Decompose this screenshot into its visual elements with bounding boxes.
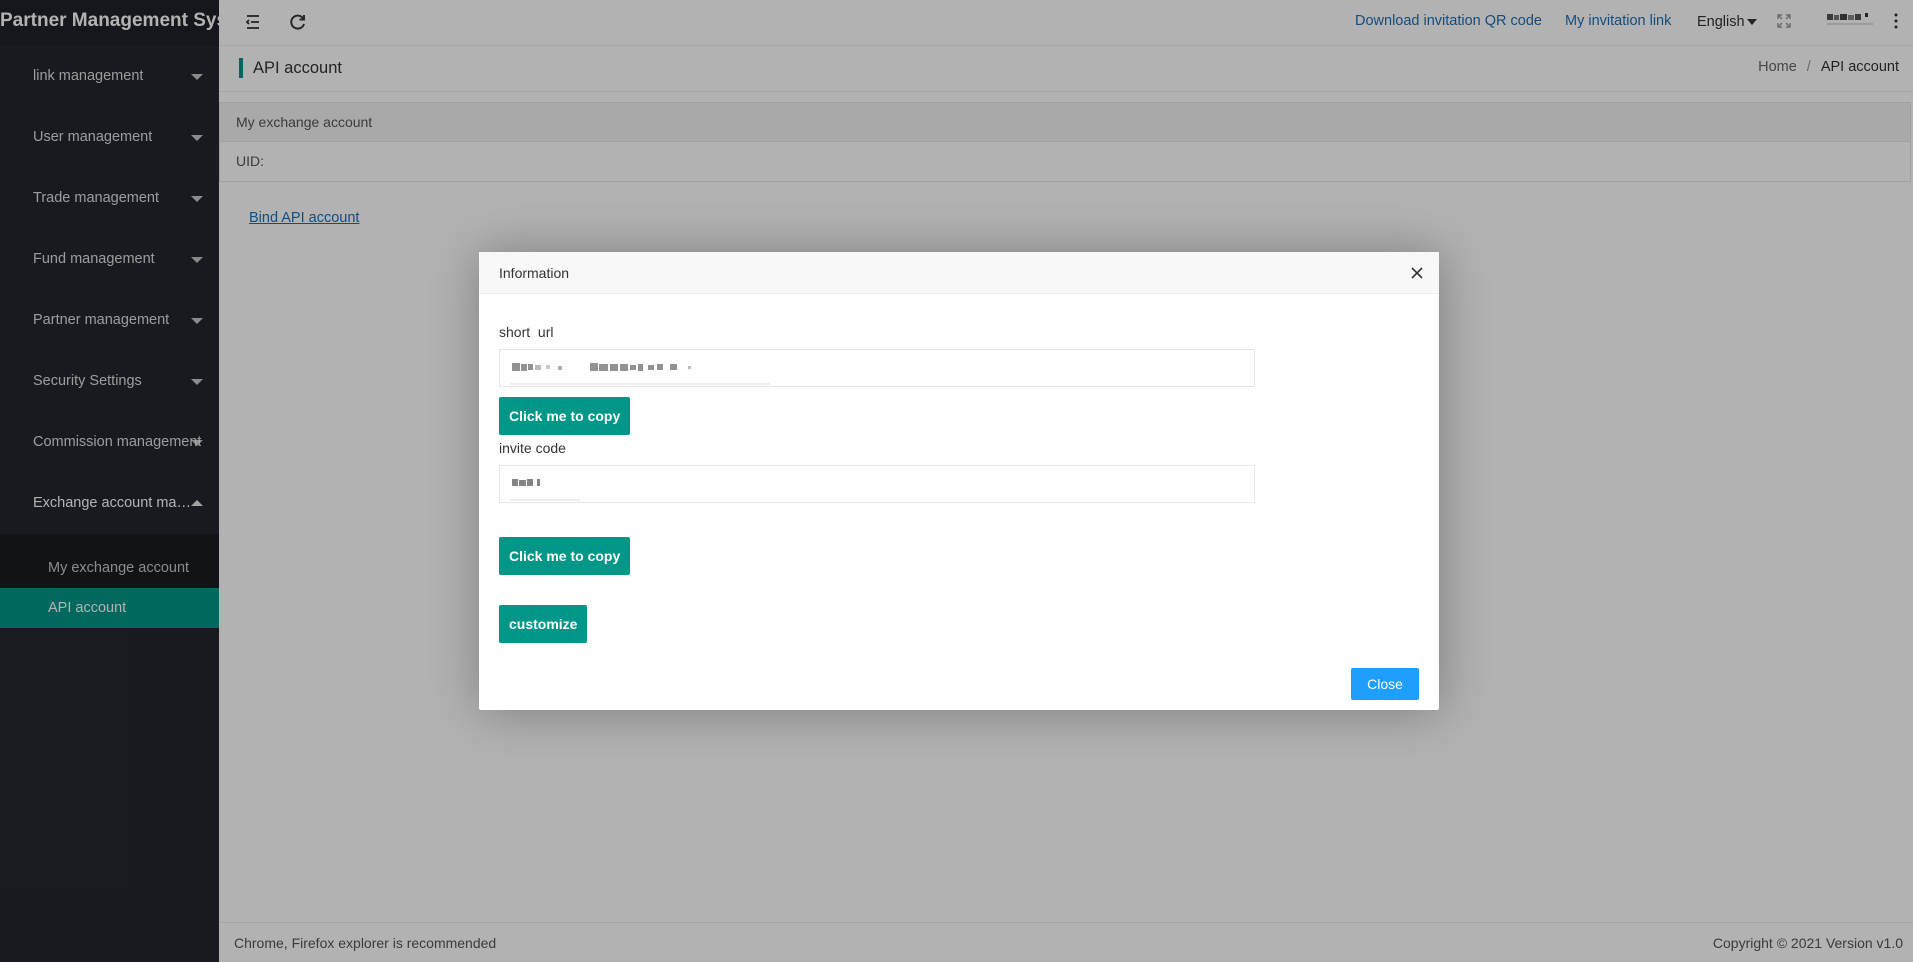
invite-code-label: invite code: [499, 440, 566, 456]
short-url-label: short url: [499, 324, 554, 340]
short-url-input[interactable]: [499, 349, 1255, 387]
invite-code-input[interactable]: [499, 465, 1255, 503]
copy-short-url-button[interactable]: Click me to copy: [499, 397, 631, 435]
dialog-title: Information: [479, 252, 1439, 294]
close-button[interactable]: Close: [1351, 668, 1419, 700]
close-icon[interactable]: [1409, 265, 1425, 281]
copy-invite-code-button[interactable]: Click me to copy: [499, 537, 631, 575]
information-dialog: Information short url Click me to copy i…: [479, 252, 1439, 710]
customize-button[interactable]: customize: [499, 605, 588, 643]
